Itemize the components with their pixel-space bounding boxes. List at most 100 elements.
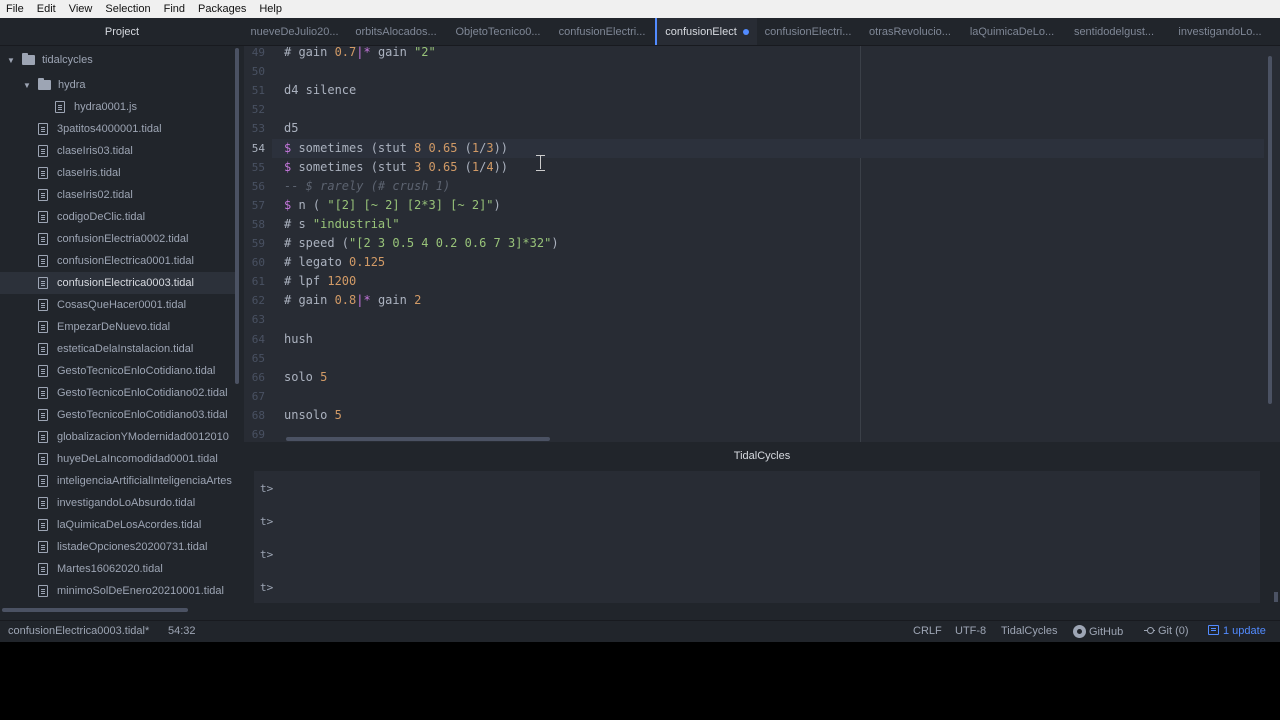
tree-file-item[interactable]: GestoTecnicoEnloCotidiano02.tidal [0, 382, 236, 404]
tab-laQuimicaDeLo[interactable]: laQuimicaDeLo... [961, 18, 1063, 45]
line-number: 55 [251, 160, 265, 174]
tab-orbitsAlocados[interactable]: orbitsAlocados... [345, 18, 447, 45]
tree-file-label: hydra0001.js [74, 101, 137, 113]
tree-file-item[interactable]: confusionElectrica0001.tidal [0, 250, 236, 272]
tree-file-item[interactable]: esteticaDelaInstalacion.tidal [0, 338, 236, 360]
code-token: gain [377, 293, 415, 308]
tree-root-folder[interactable]: ▼ tidalcycles [0, 49, 236, 71]
status-grammar[interactable]: TidalCycles [1001, 625, 1057, 637]
tab-confusionElectrica-2[interactable]: confusionElectri... [757, 18, 859, 45]
file-icon [38, 233, 48, 245]
tree-file-item[interactable]: claseIris.tidal [0, 162, 236, 184]
tree-file-item[interactable]: investigandoLoAbsurdo.tidal [0, 492, 236, 514]
tidal-console-scrollbar[interactable] [1274, 592, 1278, 602]
tree-root-label: tidalcycles [42, 54, 93, 66]
menu-view[interactable]: View [69, 3, 99, 15]
status-github-label: GitHub [1089, 626, 1124, 638]
file-icon [55, 101, 65, 113]
editor-vertical-scrollbar[interactable] [1268, 56, 1272, 404]
tree-file-item[interactable]: claseIris03.tidal [0, 140, 236, 162]
tree-file-label: minimoSolDeEnero20210001.tidal [57, 585, 224, 597]
tree-horizontal-scrollbar[interactable] [2, 608, 188, 612]
menu-file[interactable]: File [6, 3, 30, 15]
tree-file-item[interactable]: Martes16062020.tidal [0, 558, 236, 580]
status-file-path[interactable]: confusionElectrica0003.tidal* [8, 625, 149, 637]
line-number: 64 [251, 332, 265, 346]
tidal-console[interactable]: t> t> t> t> [254, 471, 1260, 603]
tab-objetoTecnico[interactable]: ObjetoTecnico0... [447, 18, 549, 45]
tree-file-item[interactable]: GestoTecnicoEnloCotidiano.tidal [0, 360, 236, 382]
tree-file-hydra0001[interactable]: hydra0001.js [0, 96, 236, 118]
tab-confusionElectrica-1[interactable]: confusionElectri... [549, 18, 655, 45]
code-token: sometimes (stut [298, 159, 415, 174]
code-token: |* [356, 293, 378, 308]
file-icon [38, 365, 48, 377]
line-number: 59 [251, 237, 265, 250]
code-line: unsolo 5 [284, 406, 342, 425]
status-git[interactable]: Git (0) [1144, 625, 1189, 637]
tree-file-item[interactable]: CosasQueHacer0001.tidal [0, 294, 236, 316]
tab-confusionElectrica-active[interactable]: confusionElect [655, 18, 757, 45]
tab-sentidodelgust[interactable]: sentidodelgust... [1063, 18, 1165, 45]
code-token: 0.7 [334, 46, 357, 59]
tree-file-item[interactable]: codigoDeClic.tidal [0, 206, 236, 228]
wrap-guide [860, 46, 861, 460]
tree-file-label: huyeDeLaIncomodidad0001.tidal [57, 453, 218, 465]
code-token: 4 [486, 159, 494, 174]
tab-bar: nueveDeJulio20... orbitsAlocados... Obje… [244, 18, 1280, 46]
tree-file-item[interactable]: laQuimicaDeLosAcordes.tidal [0, 514, 236, 536]
menu-edit[interactable]: Edit [37, 3, 62, 15]
code-token: 0.65 [428, 159, 458, 174]
editor-horizontal-scrollbar[interactable] [286, 437, 550, 441]
menu-selection[interactable]: Selection [105, 3, 156, 15]
code-token: d5 [284, 121, 299, 136]
tree-file-item[interactable]: huyeDeLaIncomodidad0001.tidal [0, 448, 236, 470]
line-number: 67 [251, 389, 265, 403]
code-token: |* [356, 46, 378, 59]
tree-vertical-scrollbar[interactable] [235, 48, 239, 384]
tree-file-item[interactable]: inteligenciaArtificialInteligenciaArtes [0, 470, 236, 492]
menu-help[interactable]: Help [259, 3, 288, 15]
line-number: 60 [251, 256, 265, 270]
tree-file-item[interactable]: claseIris02.tidal [0, 184, 236, 206]
folder-icon [38, 78, 51, 90]
status-update[interactable]: 1 update [1208, 625, 1266, 637]
status-git-label: Git (0) [1158, 625, 1189, 637]
code-line: # legato 0.125 [284, 253, 385, 272]
tree-file-item[interactable]: confusionElectrica0003.tidal [0, 272, 236, 294]
file-icon [38, 255, 48, 267]
status-line-ending[interactable]: CRLF [913, 625, 942, 637]
menu-packages[interactable]: Packages [198, 3, 252, 15]
file-icon [38, 277, 48, 289]
tree-file-item[interactable]: globalizacionYModernidad0012010 [0, 426, 236, 448]
code-token: 0.65 [428, 140, 458, 155]
tree-file-item[interactable]: 3patitos4000001.tidal [0, 118, 236, 140]
file-icon [38, 123, 48, 135]
code-token: "2" [414, 46, 436, 59]
tab-otrasRevolucio[interactable]: otrasRevolucio... [859, 18, 961, 45]
code-token: )) [493, 159, 509, 174]
tree-file-item[interactable]: confusionElectria0002.tidal [0, 228, 236, 250]
menu-bar: File Edit View Selection Find Packages H… [0, 0, 1280, 18]
tree-folder-hydra[interactable]: ▼ hydra [0, 74, 236, 96]
file-icon [38, 321, 48, 333]
workspace: Project ▼ tidalcycles ▼ hydra hydra0001.… [0, 18, 1280, 642]
menu-find[interactable]: Find [164, 3, 191, 15]
status-cursor-position[interactable]: 54:32 [168, 625, 196, 637]
code-token: ) [493, 197, 501, 212]
tree-file-label: esteticaDelaInstalacion.tidal [57, 343, 194, 355]
tree-file-item[interactable]: minimoSolDeEnero20210001.tidal [0, 580, 236, 602]
tree-file-item[interactable]: listadeOpciones20200731.tidal [0, 536, 236, 558]
status-github[interactable]: GitHub [1073, 625, 1123, 638]
tree-file-item[interactable]: GestoTecnicoEnloCotidiano03.tidal [0, 404, 236, 426]
file-icon [38, 299, 48, 311]
code-editor[interactable]: 49 50 51 52 53 54 55 56 57 58 59 60 61 62 63 64 65 66 67 68… [244, 46, 1280, 460]
file-icon [38, 475, 48, 487]
tab-nueveDeJulio[interactable]: nueveDeJulio20... [244, 18, 345, 45]
tab-label: investigandoLo... [1178, 26, 1262, 38]
code-token: $ [284, 159, 299, 174]
tab-investigandoLo[interactable]: investigandoLo... [1165, 18, 1275, 45]
status-encoding[interactable]: UTF-8 [955, 625, 986, 637]
tree-file-item[interactable]: EmpezarDeNuevo.tidal [0, 316, 236, 338]
status-update-label: 1 update [1223, 625, 1266, 637]
